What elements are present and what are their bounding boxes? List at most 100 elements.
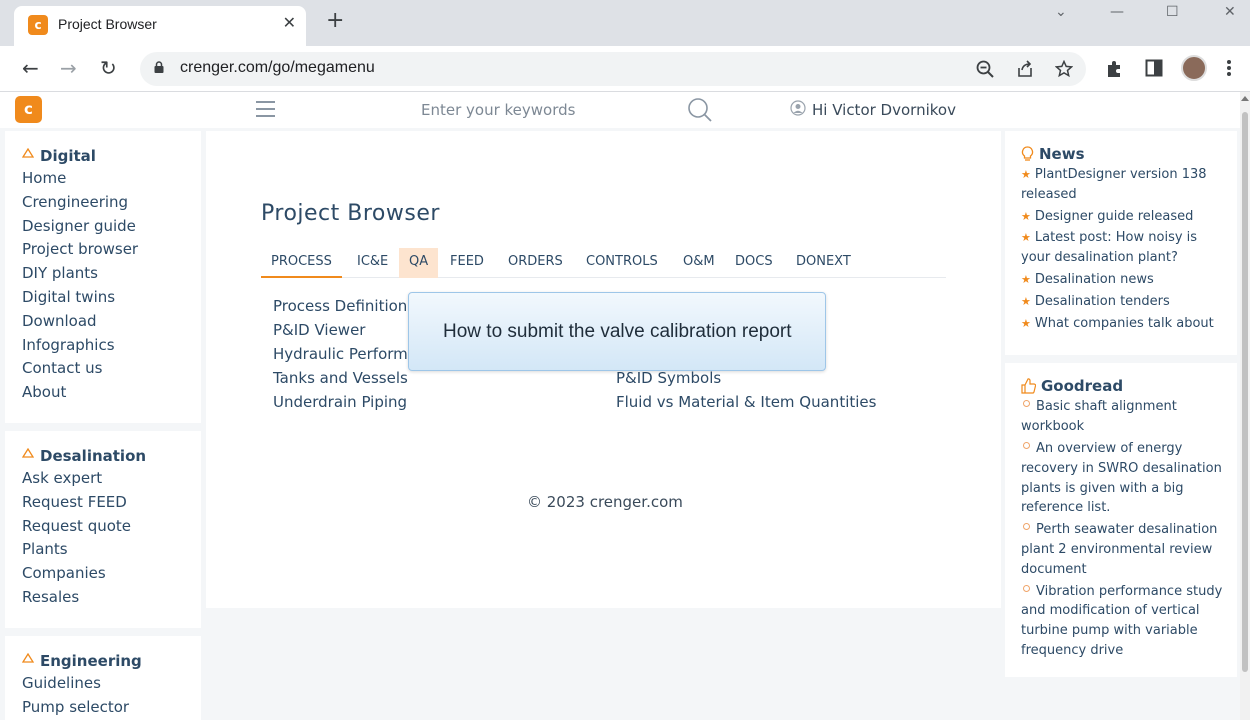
browser-menu-kebab-icon[interactable] <box>1226 59 1232 77</box>
star-bullet-icon: ★ <box>1021 231 1031 245</box>
thumbs-up-icon <box>1021 378 1036 394</box>
sidebar-item-pump-selector[interactable]: Pump selector <box>22 696 184 720</box>
lock-icon <box>154 61 164 73</box>
project-tabs: PROCESS IC&E QA FEED ORDERS CONTROLS O&M… <box>261 248 946 278</box>
tab-qa[interactable]: QA <box>399 248 439 278</box>
sidebar-item-crengineering[interactable]: Crengineering <box>22 191 184 215</box>
side-panel-icon[interactable] <box>1145 59 1163 77</box>
close-tab-icon[interactable]: ✕ <box>283 13 296 32</box>
sidebar-item-plants[interactable]: Plants <box>22 538 184 562</box>
scroll-up-arrow-icon[interactable] <box>1241 96 1249 101</box>
sidebar-item-resales[interactable]: Resales <box>22 586 184 610</box>
sidebar-item-ask-expert[interactable]: Ask expert <box>22 467 184 491</box>
search-input[interactable] <box>405 96 685 124</box>
sidebar-item-infographics[interactable]: Infographics <box>22 334 184 358</box>
scrollbar-thumb[interactable] <box>1242 112 1248 672</box>
news-title: News <box>1021 145 1227 163</box>
goodread-item[interactable]: An overview of energy recovery in SWRO d… <box>1021 439 1227 518</box>
triangle-icon <box>22 148 34 158</box>
sidebar-item-designer-guide[interactable]: Designer guide <box>22 215 184 239</box>
back-arrow-icon[interactable]: ← <box>22 56 39 80</box>
hamburger-menu-icon[interactable] <box>256 101 275 117</box>
link-underdrain-piping[interactable]: Underdrain Piping <box>273 390 444 414</box>
link-fluid-vs-material[interactable]: Fluid vs Material & Item Quantities <box>616 390 876 414</box>
goodread-item[interactable]: Vibration performance study and modifica… <box>1021 582 1227 661</box>
goodread-card: Goodread Basic shaft alignment workbook … <box>1005 363 1237 677</box>
browser-tab[interactable]: c Project Browser ✕ <box>14 6 306 46</box>
right-sidebar: News ★ PlantDesigner version 138 released… <box>1005 131 1237 685</box>
goodread-item[interactable]: Basic shaft alignment workbook <box>1021 397 1227 437</box>
star-bullet-icon: ★ <box>1021 168 1031 181</box>
news-item[interactable]: ★ Desalination tenders <box>1021 292 1227 312</box>
site-favicon-icon: c <box>28 15 48 35</box>
circle-bullet-icon <box>1023 584 1030 592</box>
tooltip-text: How to submit the valve calibration repo… <box>443 321 792 342</box>
sidebar-section-title: Desalination <box>22 447 184 465</box>
lightbulb-icon <box>1021 146 1034 161</box>
tab-docs[interactable]: DOCS <box>725 248 783 278</box>
sidebar-item-contact-us[interactable]: Contact us <box>22 357 184 381</box>
news-item[interactable]: ★ Desalination news <box>1021 270 1227 290</box>
circle-bullet-icon <box>1023 400 1030 408</box>
sidebar-item-request-quote[interactable]: Request quote <box>22 515 184 539</box>
sidebar-item-request-feed[interactable]: Request FEED <box>22 491 184 515</box>
reload-icon[interactable]: ↻ <box>100 56 117 80</box>
circle-bullet-icon <box>1023 523 1030 531</box>
news-card: News ★ PlantDesigner version 138 released… <box>1005 131 1237 356</box>
user-greeting[interactable]: Hi Victor Dvornikov <box>812 101 956 119</box>
profile-avatar[interactable] <box>1181 55 1207 81</box>
close-window-icon[interactable]: ✕ <box>1224 4 1236 20</box>
sidebar-item-guidelines[interactable]: Guidelines <box>22 672 184 696</box>
news-item[interactable]: ★ Designer guide released <box>1021 207 1227 227</box>
tab-o-m[interactable]: O&M <box>673 248 725 278</box>
sidebar-section-title: Digital <box>22 147 184 165</box>
new-tab-icon[interactable]: + <box>326 10 344 32</box>
sidebar-item-download[interactable]: Download <box>22 310 184 334</box>
news-item[interactable]: ★ PlantDesigner version 138 released <box>1021 165 1227 205</box>
news-item[interactable]: ★ What companies talk about <box>1021 314 1227 334</box>
sidebar-item-digital-twins[interactable]: Digital twins <box>22 286 184 310</box>
tab-orders[interactable]: ORDERS <box>498 248 573 278</box>
left-sidebar: Digital Home Crengineering Designer guid… <box>5 131 201 720</box>
user-icon <box>790 100 806 116</box>
sidebar-item-project-browser[interactable]: Project browser <box>22 238 184 262</box>
footer-copyright: © 2023 crenger.com <box>527 493 683 511</box>
tab-process[interactable]: PROCESS <box>261 248 342 278</box>
page-scrollbar[interactable] <box>1240 92 1250 720</box>
sidebar-section-title: Engineering <box>22 652 184 670</box>
sidebar-section-digital: Digital Home Crengineering Designer guid… <box>5 131 201 423</box>
extensions-puzzle-icon[interactable] <box>1105 59 1125 79</box>
sidebar-item-home[interactable]: Home <box>22 167 184 191</box>
crenger-logo[interactable]: c <box>15 96 42 123</box>
browser-tab-title: Project Browser <box>58 16 157 32</box>
minimize-window-icon[interactable]: — <box>1110 4 1124 20</box>
tab-controls[interactable]: CONTROLS <box>576 248 668 278</box>
goodread-title: Goodread <box>1021 377 1227 395</box>
forward-arrow-icon[interactable]: → <box>60 56 77 80</box>
browser-toolbar: ← → ↻ crenger.com/go/megamenu <box>0 46 1250 92</box>
circle-bullet-icon <box>1023 441 1030 449</box>
zoom-out-icon[interactable] <box>976 60 994 78</box>
share-icon[interactable] <box>1016 60 1034 78</box>
tab-feed[interactable]: FEED <box>440 248 494 278</box>
triangle-icon <box>22 652 34 663</box>
star-bullet-icon: ★ <box>1021 272 1031 286</box>
site-header: c Hi Victor Dvornikov <box>0 92 1240 128</box>
bookmark-star-icon[interactable] <box>1055 60 1073 78</box>
tooltip-popup: How to submit the valve calibration repo… <box>408 292 826 371</box>
triangle-icon <box>22 447 34 458</box>
goodread-item[interactable]: Perth seawater desalination plant 2 envi… <box>1021 520 1227 579</box>
tab-ic-e[interactable]: IC&E <box>347 248 398 278</box>
search-icon[interactable] <box>687 97 713 123</box>
maximize-window-icon[interactable]: ☐ <box>1166 4 1179 20</box>
tab-donext[interactable]: DONEXT <box>786 248 861 278</box>
browser-tab-strip: c Project Browser ✕ + ⌄ — ☐ ✕ <box>0 0 1250 46</box>
sidebar-item-companies[interactable]: Companies <box>22 562 184 586</box>
process-links-right: P&ID Symbols Fluid vs Material & Item Qu… <box>616 366 876 414</box>
star-bullet-icon: ★ <box>1021 294 1031 308</box>
sidebar-item-about[interactable]: About <box>22 381 184 405</box>
news-item[interactable]: ★ Latest post: How noisy is your desalina… <box>1021 228 1227 268</box>
tab-search-icon[interactable]: ⌄ <box>1055 4 1067 20</box>
address-bar[interactable]: crenger.com/go/megamenu <box>140 52 1086 86</box>
sidebar-item-diy-plants[interactable]: DIY plants <box>22 262 184 286</box>
